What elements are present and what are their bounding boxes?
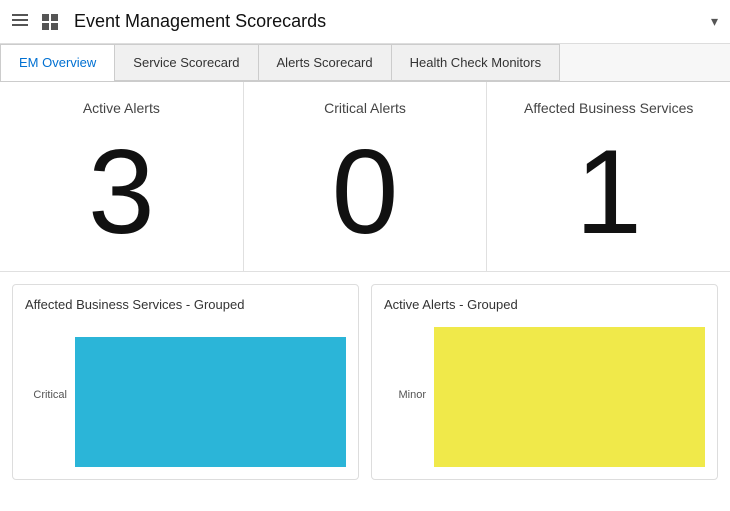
charts-row: Affected Business Services - Grouped Cri…: [0, 272, 730, 492]
top-bar: Event Management Scorecards ▾: [0, 0, 730, 44]
scorecard-affected-services: Affected Business Services 1: [487, 82, 730, 271]
chart-2-y-label: Minor: [384, 389, 426, 401]
tab-service-scorecard[interactable]: Service Scorecard: [115, 44, 258, 81]
scorecard-row: Active Alerts 3 Critical Alerts 0 Affect…: [0, 82, 730, 272]
tab-bar: EM Overview Service Scorecard Alerts Sco…: [0, 44, 730, 82]
title-dropdown-arrow[interactable]: ▾: [711, 13, 718, 30]
chart-1-area: Critical: [25, 322, 346, 467]
top-bar-icons: [12, 14, 58, 30]
chart-2-bars: [434, 322, 705, 467]
chart-1-bar-cyan: [75, 337, 346, 467]
chart-2-bar-yellow: [434, 327, 705, 467]
chart-2-title: Active Alerts - Grouped: [384, 297, 705, 312]
grid-icon[interactable]: [42, 14, 58, 30]
chart-2-area: Minor: [384, 322, 705, 467]
hamburger-icon[interactable]: [12, 14, 28, 30]
scorecard-critical-alerts: Critical Alerts 0: [244, 82, 488, 271]
affected-services-value: 1: [575, 132, 642, 252]
affected-services-label: Affected Business Services: [524, 100, 693, 116]
chart-1-bars: [75, 322, 346, 467]
chart-2-y-labels: Minor: [384, 322, 434, 467]
chart-active-alerts-grouped: Active Alerts - Grouped Minor: [371, 284, 718, 480]
critical-alerts-label: Critical Alerts: [324, 100, 406, 116]
critical-alerts-value: 0: [332, 132, 399, 252]
tab-alerts-scorecard[interactable]: Alerts Scorecard: [259, 44, 392, 81]
scorecard-active-alerts: Active Alerts 3: [0, 82, 244, 271]
active-alerts-value: 3: [88, 132, 155, 252]
chart-1-y-label: Critical: [25, 389, 67, 401]
active-alerts-label: Active Alerts: [83, 100, 160, 116]
chart-affected-business-services: Affected Business Services - Grouped Cri…: [12, 284, 359, 480]
chart-1-y-labels: Critical: [25, 322, 75, 467]
tab-health-check-monitors[interactable]: Health Check Monitors: [392, 44, 561, 81]
page-title: Event Management Scorecards: [74, 11, 705, 32]
chart-1-title: Affected Business Services - Grouped: [25, 297, 346, 312]
tab-em-overview[interactable]: EM Overview: [0, 44, 115, 81]
